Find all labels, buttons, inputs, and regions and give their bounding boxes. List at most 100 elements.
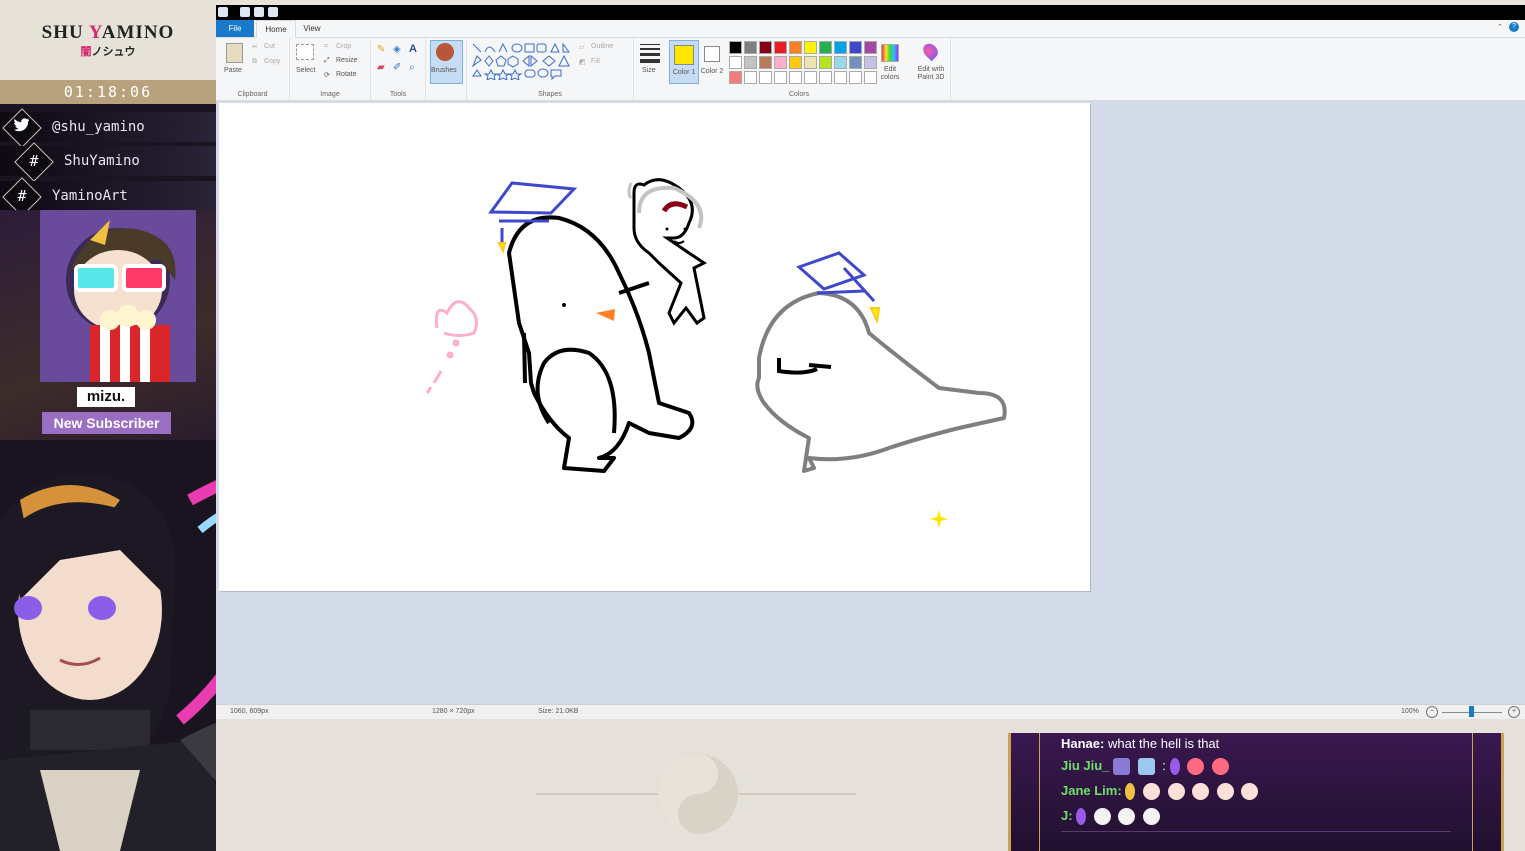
palette-swatch[interactable] (759, 71, 772, 84)
paste-icon[interactable] (226, 43, 243, 63)
palette-swatch[interactable] (834, 71, 847, 84)
palette-swatch[interactable] (729, 41, 742, 54)
group-label: Colors (788, 91, 810, 98)
pencil-icon[interactable]: ✎ (377, 44, 385, 55)
chat-username: Hanae: (1061, 736, 1105, 751)
palette-swatch[interactable] (759, 41, 772, 54)
rotate-button[interactable]: Rotate (336, 71, 357, 78)
zoom-slider-thumb[interactable] (1469, 706, 1474, 717)
crop-icon[interactable]: ⌗ (324, 43, 328, 51)
palette-swatch[interactable] (804, 56, 817, 69)
palette-swatch[interactable] (864, 41, 877, 54)
chat-frame-left (1019, 733, 1040, 851)
size-line-thick (640, 53, 660, 56)
cut-button[interactable]: Cut (264, 43, 275, 50)
palette-swatch[interactable] (789, 56, 802, 69)
edit-colors-button[interactable]: Edit colors (876, 66, 904, 82)
select-button[interactable]: Select (296, 67, 315, 74)
ribbon-collapse-icon[interactable]: ⌃ (1497, 23, 1503, 31)
cut-icon[interactable]: ✂ (252, 43, 258, 51)
zoom-out-button[interactable]: − (1426, 706, 1438, 718)
paste-button[interactable]: Paste (224, 67, 242, 74)
text-tool-icon[interactable]: A (409, 43, 417, 55)
social-hashtag: # YaminoArt (0, 177, 216, 217)
crop-button[interactable]: Crop (336, 43, 351, 50)
palette-swatch[interactable] (774, 71, 787, 84)
channel-subtitle-accent: 闇 (80, 45, 92, 58)
palette-swatch[interactable] (819, 41, 832, 54)
chat-username: Jiu Jiu_ (1061, 758, 1110, 773)
outline-dropdown[interactable]: Outline (591, 43, 613, 50)
edit-paint3d-button[interactable]: Edit with Paint 3D (912, 66, 950, 82)
palette-swatch[interactable] (849, 71, 862, 84)
chat-divider (1061, 831, 1451, 832)
palette-swatch[interactable] (744, 56, 757, 69)
palette-swatch[interactable] (849, 56, 862, 69)
palette-swatch[interactable] (729, 71, 742, 84)
shapes-gallery[interactable] (471, 42, 571, 80)
magnifier-icon[interactable]: ⌕ (409, 62, 415, 73)
color1-label: Color 1 (672, 69, 696, 76)
palette-swatch[interactable] (849, 41, 862, 54)
channel-logo: SHU YAMINO 闇ノシュウ (0, 0, 216, 80)
face-emote-icon (1143, 808, 1161, 826)
fill-icon[interactable]: ◩ (579, 58, 586, 66)
help-icon[interactable]: ? (1509, 22, 1519, 32)
palette-swatch[interactable] (819, 71, 832, 84)
subscriber-name: mizu. (77, 387, 135, 407)
color2-button[interactable]: Color 2 (700, 40, 726, 82)
size-line-thin (640, 44, 660, 45)
palette-swatch[interactable] (729, 56, 742, 69)
palette-swatch[interactable] (819, 56, 832, 69)
tab-home[interactable]: Home (256, 20, 296, 38)
canvas-area (216, 101, 1525, 704)
select-icon[interactable] (296, 44, 314, 60)
paint3d-icon[interactable] (920, 40, 941, 62)
social-handle: ShuYamino (64, 153, 140, 169)
brush-icon[interactable] (436, 43, 454, 61)
color-picker-icon[interactable]: ✐ (393, 62, 401, 73)
fill-bucket-icon[interactable]: ◈ (393, 44, 401, 55)
group-colors: Edit colors Edit with Paint 3D Colors (724, 38, 951, 100)
drawing-canvas[interactable] (219, 103, 1090, 591)
undo-icon[interactable] (254, 7, 264, 17)
seal-drawing (755, 291, 1007, 473)
resize-icon[interactable]: ⤢ (324, 57, 330, 65)
palette-swatch[interactable] (834, 41, 847, 54)
save-icon[interactable] (240, 7, 250, 17)
zoom-in-button[interactable]: + (1508, 706, 1520, 718)
paint-statusbar: 1060, 609px 1280 × 720px Size: 21.0KB 10… (216, 704, 1525, 720)
resize-button[interactable]: Resize (336, 57, 357, 64)
social-hashtag: # ShuYamino (0, 142, 216, 182)
redo-icon[interactable] (268, 7, 278, 17)
hash-icon: # (29, 152, 39, 170)
twitter-icon (12, 117, 32, 137)
brushes-button[interactable]: Brushes (431, 67, 457, 74)
rainbow-icon[interactable] (881, 44, 899, 62)
palette-swatch[interactable] (774, 41, 787, 54)
size-button[interactable]: Size (642, 67, 656, 74)
menu-file[interactable]: File (216, 20, 254, 37)
channel-subtitle: 闇ノシュウ (0, 43, 216, 59)
palette-swatch[interactable] (834, 56, 847, 69)
fill-dropdown[interactable]: Fill (591, 58, 600, 65)
palette-swatch[interactable] (744, 41, 757, 54)
palette-swatch[interactable] (744, 71, 757, 84)
palette-swatch[interactable] (759, 56, 772, 69)
tab-view[interactable]: View (296, 20, 328, 37)
copy-button[interactable]: Copy (264, 58, 280, 65)
copy-icon[interactable]: ⧉ (252, 58, 257, 66)
outline-icon[interactable]: ▱ (579, 43, 584, 51)
palette-swatch[interactable] (789, 41, 802, 54)
chat-username: J: (1061, 808, 1073, 823)
rotate-icon[interactable]: ⟳ (324, 71, 330, 79)
face-emote-icon (1167, 783, 1185, 801)
color1-button[interactable]: Color 1 (669, 40, 699, 84)
palette-swatch[interactable] (804, 71, 817, 84)
hash-icon: # (17, 187, 27, 205)
face-emote-icon (1241, 783, 1259, 801)
palette-swatch[interactable] (774, 56, 787, 69)
eraser-icon[interactable]: ▰ (377, 62, 385, 73)
palette-swatch[interactable] (804, 41, 817, 54)
palette-swatch[interactable] (789, 71, 802, 84)
